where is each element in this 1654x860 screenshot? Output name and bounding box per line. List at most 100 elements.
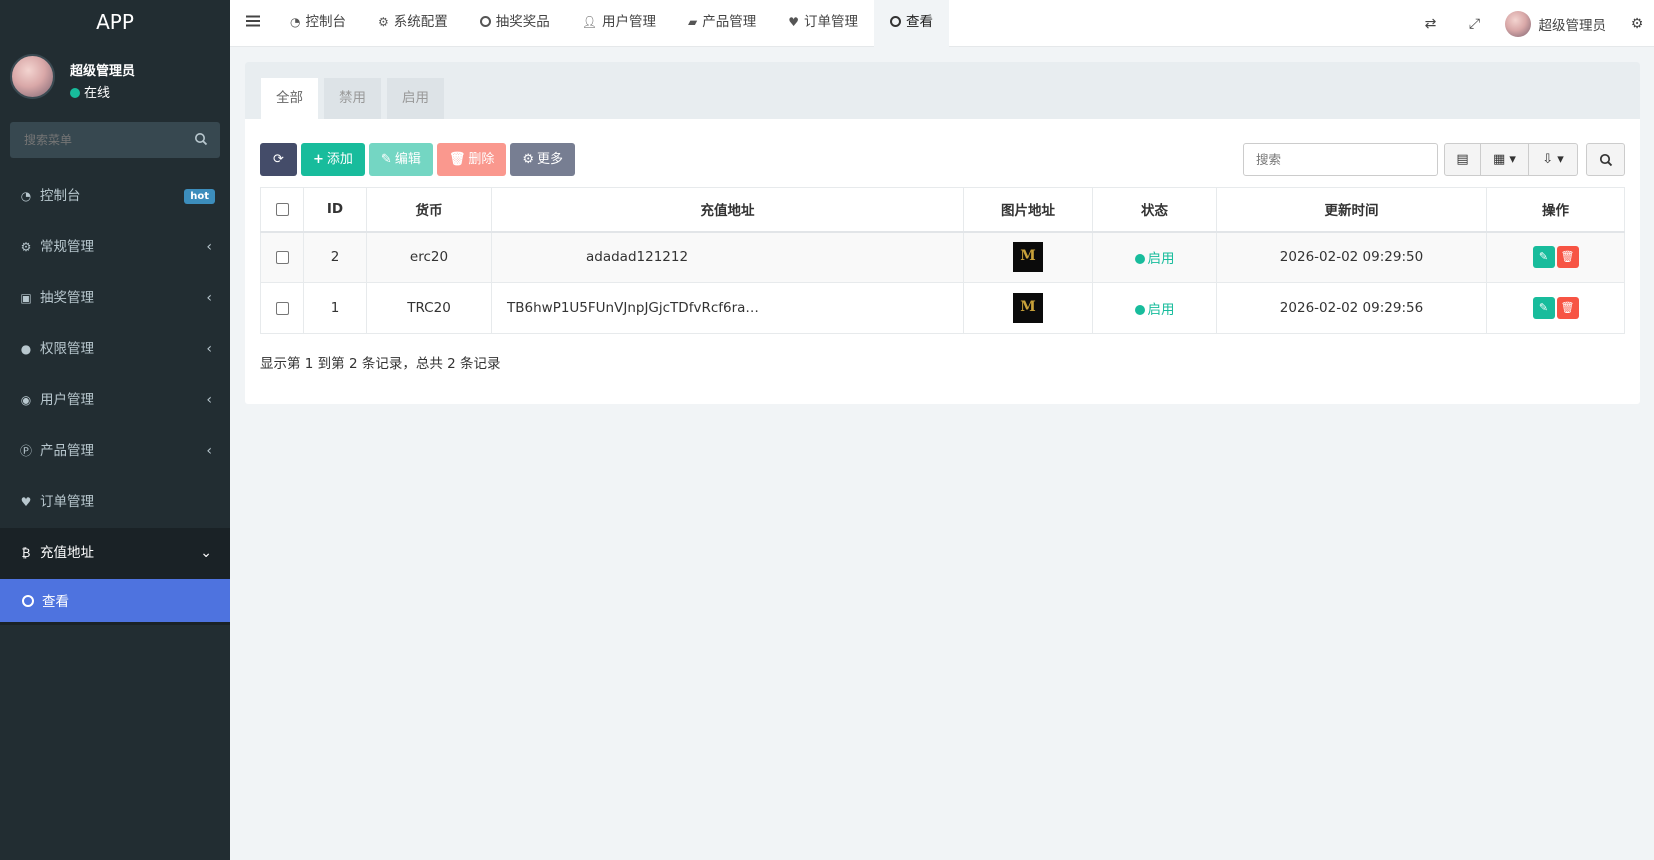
edit-button[interactable]: ✎ 编辑 <box>368 143 433 176</box>
table-row[interactable]: 2 erc20 adadad121212 M 启用 2026-02-02 09:… <box>260 231 1625 283</box>
app-logo[interactable]: APP <box>0 0 230 44</box>
status-dot-icon <box>1134 254 1145 265</box>
user-panel: 超级管理员 在线 <box>0 44 230 112</box>
sidebar-subitem-view[interactable]: 查看 <box>0 579 230 625</box>
tab-system-config[interactable]: ⚙ 系统配置 <box>362 0 464 47</box>
status-dot-icon <box>1134 305 1145 315</box>
row-delete-icon[interactable]: 🗑︎ <box>1556 246 1579 269</box>
sidebar-item-orders[interactable]: ♥ 订单管理 <box>0 477 230 528</box>
sidebar-menu: ◔ 控制台 hot ⚙ 常规管理 ‹ ▣ 抽奖管理 ‹ ● 权限管理 ‹ ◉ 用户管理 ‹ Ⓟ 产品管… <box>0 171 230 625</box>
cell-currency: erc20 <box>366 231 492 283</box>
col-header-currency[interactable]: 货币 <box>366 187 492 233</box>
export-button[interactable]: ⇩ ▾ <box>1529 143 1578 176</box>
cell-id: 1 <box>303 282 367 334</box>
row-edit-icon[interactable]: ✎ <box>1532 246 1555 269</box>
cogs-icon[interactable]: ⚙ <box>1620 16 1654 32</box>
pagination-info: 显示第 1 到第 2 条记录，总共 2 条记录 <box>260 356 501 372</box>
chevron-down-icon: ⌄ <box>200 545 212 561</box>
translate-icon[interactable]: ⇄ <box>1409 16 1453 32</box>
sidebar-item-recharge[interactable]: ₿ 充值地址 ⌄ <box>0 528 230 579</box>
navbar-username: 超级管理员 <box>1538 17 1607 34</box>
columns-button[interactable]: ▦ ▾ <box>1481 143 1529 176</box>
row-edit-icon[interactable]: ✎ <box>1532 297 1555 319</box>
refresh-icon: ⟳ <box>273 152 284 167</box>
col-header-image[interactable]: 图片地址 <box>963 187 1093 233</box>
sidebar-item-label: 用户管理 <box>40 392 94 408</box>
dashboard-icon: ◔ <box>290 15 301 29</box>
add-button[interactable]: + 添加 <box>301 143 365 176</box>
more-button[interactable]: ⚙ 更多 <box>510 143 576 176</box>
sidebar-item-users[interactable]: ◉ 用户管理 ‹ <box>0 375 230 426</box>
delete-button[interactable]: 🗑︎ 删除 <box>436 143 507 176</box>
select-all-checkbox[interactable] <box>275 202 289 216</box>
dashboard-icon: ◔ <box>20 189 32 203</box>
search-icon[interactable] <box>194 132 208 146</box>
columns-icon: ▦ ▾ <box>1493 152 1516 167</box>
tab-product-management[interactable]: ▰ 产品管理 <box>672 0 772 47</box>
col-header-actions: 操作 <box>1486 187 1625 233</box>
cell-address: adadad121212 <box>491 231 964 283</box>
col-header-address[interactable]: 充值地址 <box>491 187 964 233</box>
data-table: ID 货币 充值地址 图片地址 状态 更新时间 操作 2 erc20 adada… <box>260 187 1625 334</box>
navbar-user[interactable]: 超级管理员 <box>1497 10 1621 37</box>
table-search-input[interactable] <box>1243 143 1438 176</box>
gift-icon: ▣ <box>20 291 32 305</box>
status-badge[interactable]: 启用 <box>1134 302 1175 318</box>
table-row[interactable]: 1 TRC20 TB6hwP1U5FUnVJnpJGjcTDfvRcf6ra… … <box>260 282 1625 334</box>
status-label: 启用 <box>1147 251 1175 268</box>
sidebar-item-label: 抽奖管理 <box>40 290 94 306</box>
user-icon: 👤︎ <box>581 15 597 29</box>
cell-id: 2 <box>303 231 367 283</box>
heartbeat-icon: ♥ <box>20 495 32 509</box>
refresh-button[interactable]: ⟳ <box>260 143 297 176</box>
sidebar-item-permissions[interactable]: ● 权限管理 ‹ <box>0 324 230 375</box>
thumbnail-image[interactable]: M <box>1013 293 1043 323</box>
filter-tab-all[interactable]: 全部 <box>261 78 318 119</box>
sidebar-item-lottery[interactable]: ▣ 抽奖管理 ‹ <box>0 273 230 324</box>
tab-view[interactable]: 查看 <box>873 0 949 47</box>
tab-lottery-prizes[interactable]: 抽奖奖品 <box>464 0 566 47</box>
sidebar: APP 超级管理员 在线 ◔ 控制台 hot ⚙ 常规管理 ‹ ▣ 抽奖管理 ‹ ● 权限管理… <box>0 0 230 860</box>
navbar-right: ⇄ ⤢ 超级管理员 ⚙ <box>1409 0 1654 47</box>
circle-icon <box>889 16 901 27</box>
circle-icon <box>22 595 34 607</box>
sidebar-item-label: 产品管理 <box>40 443 94 459</box>
row-delete-icon[interactable]: 🗑︎ <box>1556 297 1579 319</box>
toolbar: ⟳ + 添加 ✎ 编辑 🗑︎ 删除 ⚙ 更多 <box>260 143 579 176</box>
tab-user-management[interactable]: 👤︎ 用户管理 <box>566 0 672 47</box>
top-navbar: ◔ 控制台 ⚙ 系统配置 抽奖奖品 👤︎ 用户管理 ▰ 产品管理 ♥ 订单管理 查看 ⇄ … <box>230 0 1654 47</box>
col-header-id[interactable]: ID <box>303 187 367 233</box>
sidebar-item-dashboard[interactable]: ◔ 控制台 hot <box>0 171 230 222</box>
hamburger-menu-icon[interactable] <box>246 14 260 28</box>
table-tools: ▤ ▦ ▾ ⇩ ▾ <box>1444 143 1578 176</box>
cell-actions: ✎ 🗑︎ <box>1486 282 1625 334</box>
tab-dashboard[interactable]: ◔ 控制台 <box>274 0 362 47</box>
delete-label: 删除 <box>468 152 495 167</box>
sidebar-item-label: 权限管理 <box>40 341 94 357</box>
fullscreen-icon[interactable]: ⤢ <box>1453 16 1497 32</box>
cell-status: 启用 <box>1092 231 1217 283</box>
row-checkbox[interactable] <box>275 250 289 264</box>
thumbnail-image[interactable]: M <box>1013 242 1043 273</box>
sidebar-search-input[interactable] <box>10 122 180 158</box>
chevron-left-icon: ‹ <box>206 239 212 255</box>
product-icon: Ⓟ <box>19 444 32 458</box>
status-label: 启用 <box>1147 302 1175 318</box>
row-checkbox[interactable] <box>275 301 289 315</box>
user-status: 在线 <box>70 82 110 101</box>
export-icon: ⇩ ▾ <box>1542 152 1564 167</box>
status-badge[interactable]: 启用 <box>1134 251 1175 268</box>
heartbeat-icon: ♥ <box>788 15 799 29</box>
tab-label: 用户管理 <box>601 14 656 30</box>
tab-order-management[interactable]: ♥ 订单管理 <box>772 0 874 47</box>
toggle-view-button[interactable]: ▤ <box>1444 143 1481 176</box>
col-header-status[interactable]: 状态 <box>1092 187 1217 233</box>
filter-tab-disabled[interactable]: 禁用 <box>324 78 381 119</box>
col-header-updated[interactable]: 更新时间 <box>1216 187 1487 233</box>
trash-icon: 🗑︎ <box>448 152 466 167</box>
filter-tab-enabled[interactable]: 启用 <box>387 78 444 119</box>
tab-label: 订单管理 <box>803 14 858 30</box>
sidebar-item-products[interactable]: Ⓟ 产品管理 ‹ <box>0 426 230 477</box>
sidebar-item-general[interactable]: ⚙ 常规管理 ‹ <box>0 222 230 273</box>
advanced-search-button[interactable] <box>1586 143 1625 176</box>
